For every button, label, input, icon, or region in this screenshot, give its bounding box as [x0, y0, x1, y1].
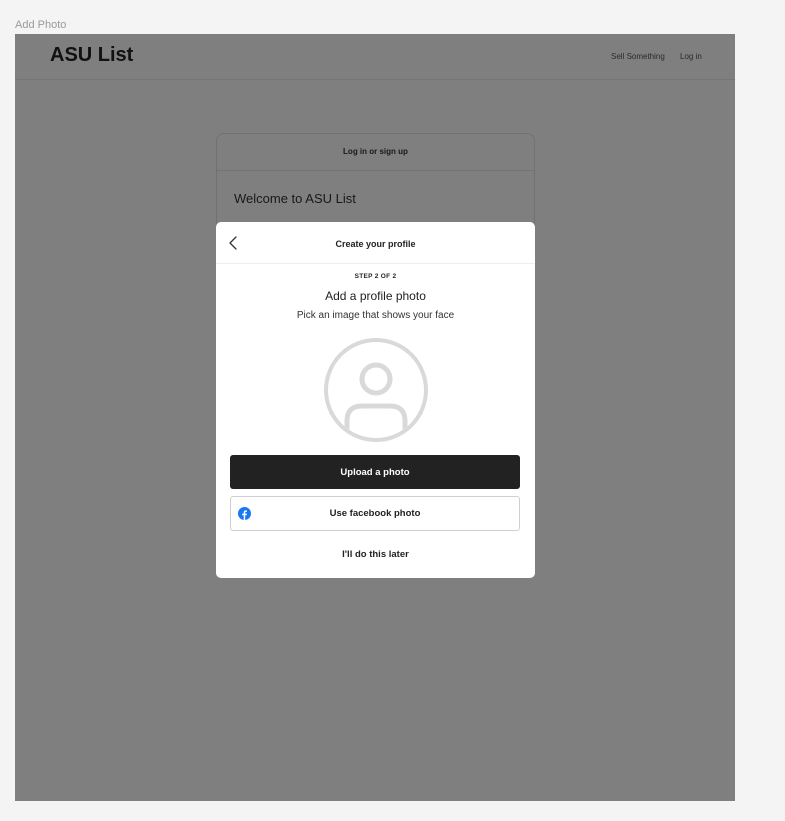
create-profile-modal: Create your profile STEP 2 OF 2 Add a pr…: [216, 222, 535, 578]
do-this-later-link[interactable]: I'll do this later: [216, 549, 535, 560]
modal-title: Create your profile: [335, 239, 416, 249]
facebook-icon: [238, 507, 251, 520]
facebook-button-label: Use facebook photo: [329, 508, 421, 519]
user-avatar-placeholder-icon: [323, 337, 429, 443]
app-frame: ASU List Sell Something Log in Log in or…: [15, 34, 735, 801]
modal-subheading: Pick an image that shows your face: [296, 310, 455, 321]
modal-header: Create your profile: [216, 222, 535, 264]
step-indicator: STEP 2 OF 2: [354, 273, 397, 280]
modal-heading: Add a profile photo: [325, 289, 426, 303]
use-facebook-photo-button[interactable]: Use facebook photo: [230, 496, 520, 531]
frame-label: Add Photo: [15, 19, 67, 31]
upload-photo-button[interactable]: Upload a photo: [230, 455, 520, 489]
